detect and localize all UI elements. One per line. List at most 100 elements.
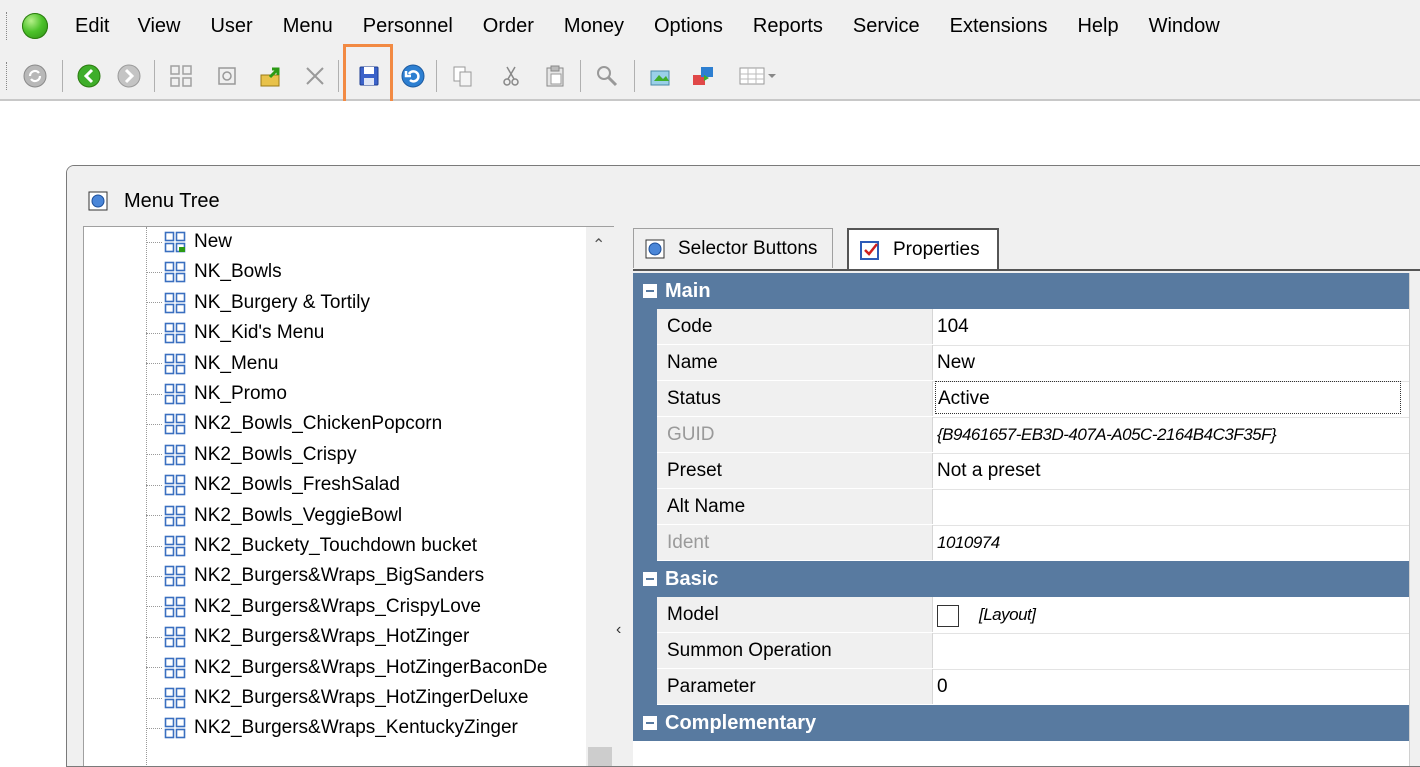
property-parameter[interactable]: Parameter 0 (633, 669, 1409, 706)
menu-reports[interactable]: Reports (753, 15, 823, 38)
window-titlebar: Menu Tree (67, 166, 1420, 226)
model-value-text: [Layout] (979, 605, 1036, 624)
transfer-icon[interactable] (688, 61, 718, 91)
properties-icon (860, 241, 879, 260)
export-icon[interactable] (256, 61, 286, 91)
scroll-up-icon[interactable]: ⌃ (592, 235, 605, 255)
tree-item-label: NK2_Bowls_ChickenPopcorn (194, 413, 443, 435)
category-complementary[interactable]: Complementary (633, 705, 1409, 741)
tree-item[interactable]: NK_Promo (146, 379, 287, 409)
refresh-icon[interactable] (20, 61, 50, 91)
cut-icon[interactable] (496, 61, 526, 91)
menu-money[interactable]: Money (564, 15, 624, 38)
model-checkbox[interactable] (937, 604, 959, 627)
tree-item[interactable]: NK2_Bowls_FreshSalad (146, 470, 400, 500)
menu-menu[interactable]: Menu (283, 15, 333, 38)
undo-icon[interactable] (398, 61, 428, 91)
tree-connector (146, 302, 162, 304)
property-value[interactable]: 0 (937, 669, 948, 704)
menu-user[interactable]: User (210, 15, 252, 38)
forward-icon[interactable] (114, 61, 144, 91)
tree-connector (146, 363, 162, 365)
window-title: Menu Tree (124, 190, 220, 212)
tree-item[interactable]: NK_Menu (146, 349, 279, 379)
tree-item[interactable]: NK_Burgery & Tortily (146, 288, 370, 318)
menu-options[interactable]: Options (654, 15, 723, 38)
category-main[interactable]: Main (633, 273, 1409, 309)
tree-item-label: NK_Menu (194, 352, 279, 374)
delete-icon[interactable] (300, 61, 330, 91)
tab-properties[interactable]: Properties (847, 228, 999, 270)
property-name[interactable]: Name New (633, 345, 1409, 382)
menu-grid-icon (164, 535, 186, 557)
tree-connector (146, 606, 162, 608)
grid-vertical-scrollbar[interactable] (1409, 273, 1420, 766)
menu-window[interactable]: Window (1149, 15, 1220, 38)
property-summon-operation[interactable]: Summon Operation (633, 633, 1409, 670)
new-doc-icon[interactable] (212, 61, 242, 91)
tree-item-label: NK2_Burgers&Wraps_KentuckyZinger (194, 717, 518, 739)
property-code[interactable]: Code 104 (633, 309, 1409, 346)
property-alt-name[interactable]: Alt Name (633, 489, 1409, 526)
copy-icon[interactable] (448, 61, 478, 91)
menu-tree-panel[interactable]: New NK_Bowls NK_Burgery & Tortily NK_Kid's … (83, 226, 615, 766)
grid-icon[interactable] (166, 61, 196, 91)
property-value[interactable]: [Layout] (937, 597, 1036, 632)
menu-service[interactable]: Service (853, 15, 920, 38)
property-grid[interactable]: Main Code 104 Name New Status Active GUI… (633, 273, 1409, 766)
menu-extensions[interactable]: Extensions (950, 15, 1048, 38)
menu-order[interactable]: Order (483, 15, 534, 38)
image-icon[interactable] (646, 61, 676, 91)
property-value: 1010974 (937, 533, 1000, 552)
tree-item[interactable]: NK_Kid's Menu (146, 318, 324, 348)
panel-splitter[interactable]: ‹ (614, 226, 630, 766)
tree-item[interactable]: New (146, 227, 232, 257)
table-dropdown-icon[interactable] (736, 61, 780, 91)
property-value[interactable]: Not a preset (937, 453, 1041, 488)
collapse-icon[interactable] (643, 284, 657, 298)
collapse-icon[interactable] (643, 572, 657, 586)
toolbar-grip (6, 62, 10, 90)
property-value[interactable]: New (937, 345, 975, 380)
property-model[interactable]: Model [Layout] (633, 597, 1409, 634)
collapse-icon[interactable] (643, 716, 657, 730)
menu-edit[interactable]: Edit (75, 15, 109, 38)
tab-label: Selector Buttons (678, 237, 818, 259)
menu-grid-icon (164, 718, 186, 739)
collapse-left-icon[interactable]: ‹ (616, 621, 621, 639)
menu-grid-icon (164, 505, 186, 526)
back-icon[interactable] (74, 61, 104, 91)
category-basic[interactable]: Basic (633, 561, 1409, 597)
menu-view[interactable]: View (137, 15, 180, 38)
tree-item[interactable]: NK2_Burgers&Wraps_HotZingerBaconDe (146, 653, 547, 683)
property-ident[interactable]: Ident 1010974 (633, 525, 1409, 562)
tree-item[interactable]: NK2_Bowls_Crispy (146, 440, 357, 470)
property-value[interactable]: 104 (937, 309, 969, 344)
tree-item[interactable]: NK2_Burgers&Wraps_CrispyLove (146, 592, 481, 622)
tree-item-label: NK2_Burgers&Wraps_HotZingerDeluxe (194, 687, 529, 708)
paste-icon[interactable] (540, 61, 570, 91)
menu-help[interactable]: Help (1077, 15, 1118, 38)
tree-connector (146, 697, 162, 699)
tree-vertical-scrollbar[interactable]: ⌃ (586, 227, 614, 766)
property-value[interactable]: Active (935, 381, 1401, 414)
app-orb-icon[interactable] (22, 13, 48, 39)
tree-item[interactable]: NK2_Buckety_Touchdown bucket (146, 531, 477, 561)
property-guid[interactable]: GUID {B9461657-EB3D-407A-A05C-2164B4C3F3… (633, 417, 1409, 454)
tree-item[interactable]: NK2_Burgers&Wraps_HotZingerDeluxe (146, 683, 528, 713)
tree-item[interactable]: NK2_Burgers&Wraps_BigSanders (146, 561, 484, 591)
tree-item-label: NK_Burgery & Tortily (194, 291, 370, 313)
tree-item[interactable]: NK2_Burgers&Wraps_KentuckyZinger (146, 713, 518, 743)
property-label: Code (657, 309, 933, 344)
tree-item[interactable]: NK_Bowls (146, 257, 282, 287)
property-preset[interactable]: Preset Not a preset (633, 453, 1409, 490)
tree-item[interactable]: NK2_Bowls_VeggieBowl (146, 501, 402, 531)
property-label: Ident (657, 525, 933, 560)
scrollbar-thumb[interactable] (588, 747, 612, 766)
property-status[interactable]: Status Active (633, 381, 1409, 418)
tab-selector-buttons[interactable]: Selector Buttons (633, 228, 833, 268)
tree-item[interactable]: NK2_Burgers&Wraps_HotZinger (146, 622, 469, 652)
tree-item[interactable]: NK2_Bowls_ChickenPopcorn (146, 409, 442, 439)
search-icon[interactable] (592, 61, 622, 91)
menu-personnel[interactable]: Personnel (363, 15, 453, 38)
